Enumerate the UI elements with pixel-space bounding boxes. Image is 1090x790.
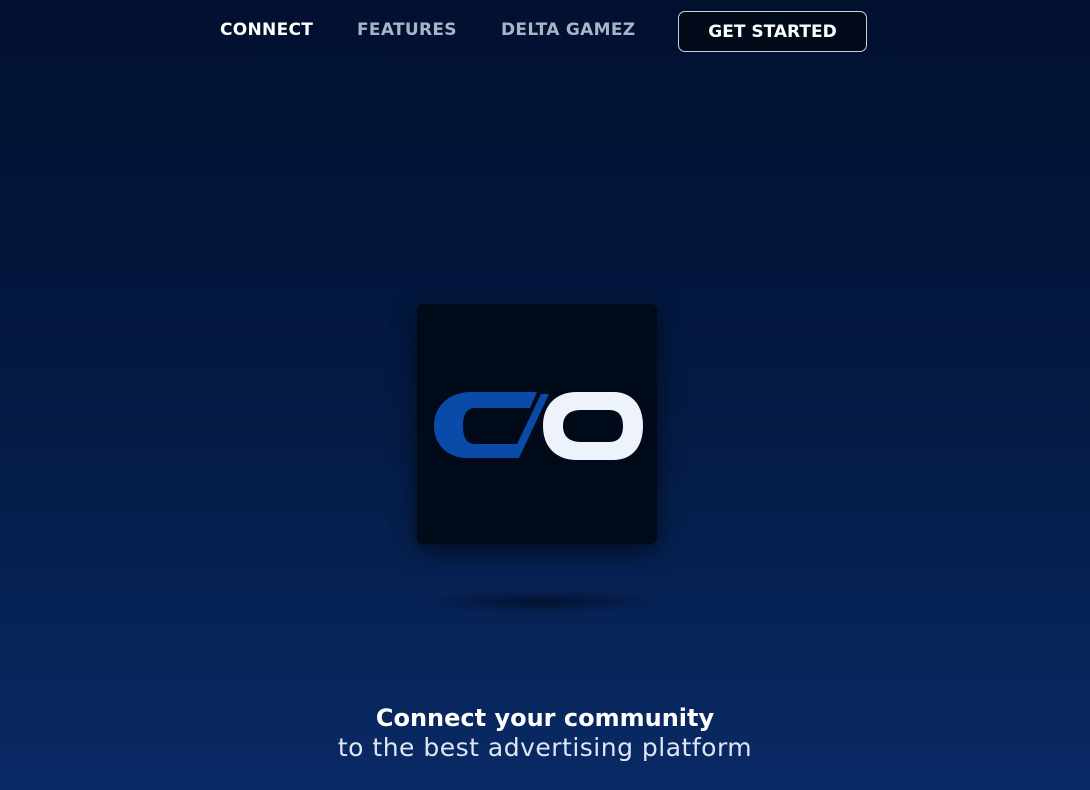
hero-logo-tile — [417, 304, 657, 544]
nav-link-delta-gamez[interactable]: DELTA GAMEZ — [501, 20, 635, 40]
nav-link-features[interactable]: FEATURES — [357, 20, 457, 40]
connect-logo-icon — [434, 392, 643, 460]
get-started-button[interactable]: GET STARTED — [678, 11, 867, 52]
hero-tagline: Connect your community to the best adver… — [0, 703, 1090, 763]
logo-blue-link — [434, 392, 549, 458]
tagline-headline: Connect your community — [375, 704, 715, 732]
tagline-subheadline: to the best advertising platform — [337, 733, 753, 762]
logo-white-o — [543, 392, 643, 460]
top-navigation: CONNECT FEATURES DELTA GAMEZ GET STARTED — [0, 0, 1090, 64]
logo-tile-shadow — [417, 590, 667, 614]
nav-link-connect[interactable]: CONNECT — [220, 20, 313, 40]
